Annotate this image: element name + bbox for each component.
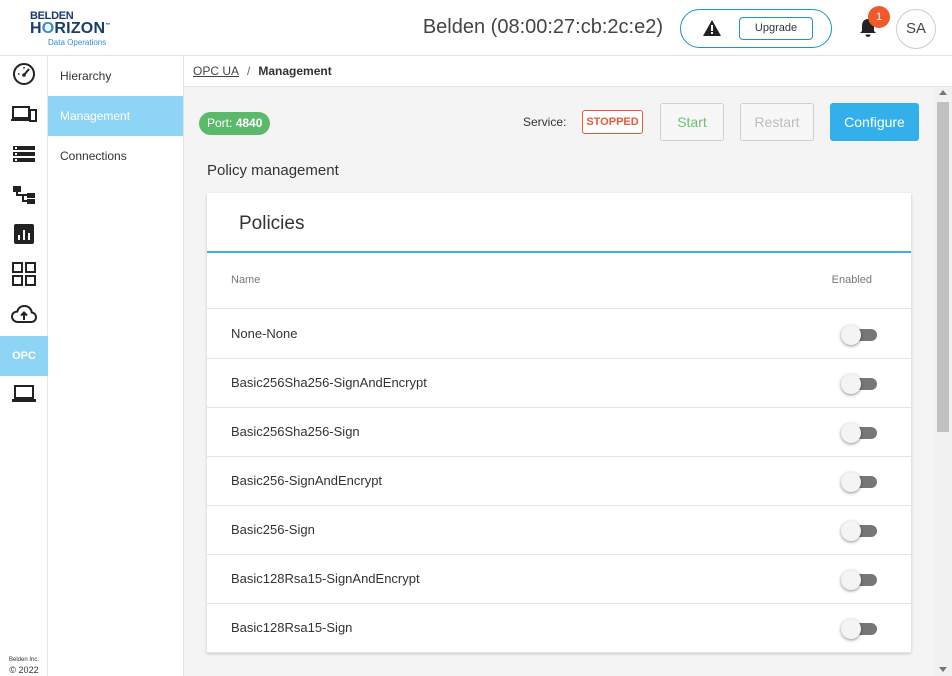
breadcrumb: OPC UA / Management xyxy=(184,56,952,87)
table-row: Basic128Rsa15-Sign xyxy=(207,604,911,653)
policy-name: Basic256Sha256-Sign xyxy=(231,424,360,439)
table-row: Basic256Sha256-SignAndEncrypt xyxy=(207,359,911,408)
table-row: Basic128Rsa15-SignAndEncrypt xyxy=(207,555,911,604)
rail-item-apps[interactable] xyxy=(0,256,48,296)
policy-enabled-toggle[interactable] xyxy=(841,521,877,541)
device-title: Belden (08:00:27:cb:2c:e2) xyxy=(422,16,663,38)
column-header-name: Name xyxy=(231,274,261,286)
policy-enabled-toggle[interactable] xyxy=(841,619,877,639)
app-header: BELDEN HORIZON™ Data Operations Belden (… xyxy=(0,0,952,56)
port-value: 4840 xyxy=(235,116,263,130)
subnav-item-hierarchy[interactable]: Hierarchy xyxy=(48,56,183,96)
hierarchy-icon xyxy=(12,184,36,208)
rail-item-analytics[interactable] xyxy=(0,216,48,256)
logo-line-2: HORIZON™ xyxy=(30,20,111,37)
policy-enabled-toggle[interactable] xyxy=(841,374,877,394)
rail-item-opc-label: OPC xyxy=(12,350,36,362)
belden-horizon-logo[interactable]: BELDEN HORIZON™ Data Operations xyxy=(28,10,118,50)
policies-card: Policies Name Enabled None-None Basic256… xyxy=(207,193,911,653)
rail-item-hierarchy[interactable] xyxy=(0,176,48,216)
service-status-badge: STOPPED xyxy=(582,110,643,134)
analytics-icon xyxy=(14,224,34,248)
laptop-icon xyxy=(11,384,37,408)
table-row: Basic256Sha256-Sign xyxy=(207,408,911,457)
restart-button[interactable]: Restart xyxy=(740,103,814,141)
apps-grid-icon xyxy=(12,262,36,290)
port-label: Port: xyxy=(207,116,233,130)
policy-name: Basic128Rsa15-Sign xyxy=(231,620,353,635)
policy-enabled-toggle[interactable] xyxy=(841,423,877,443)
policies-card-title: Policies xyxy=(239,213,305,234)
policy-enabled-toggle[interactable] xyxy=(841,570,877,590)
scroll-down-arrow-icon[interactable] xyxy=(939,667,947,672)
rail-item-laptop[interactable] xyxy=(0,376,48,416)
user-avatar[interactable]: SA xyxy=(896,9,936,49)
policy-name: Basic256-Sign xyxy=(231,522,315,537)
rail-item-cloud[interactable] xyxy=(0,296,48,336)
copyright-company: Belden Inc. xyxy=(8,657,40,663)
subnav-item-management[interactable]: Management xyxy=(48,96,183,136)
copyright-footer: Belden Inc. © 2022 xyxy=(0,657,48,676)
rail-item-list[interactable] xyxy=(0,136,48,176)
policy-name: Basic128Rsa15-SignAndEncrypt xyxy=(231,571,420,586)
policy-name: Basic256Sha256-SignAndEncrypt xyxy=(231,375,427,390)
warning-icon xyxy=(702,19,722,41)
section-title: Policy management xyxy=(207,162,339,179)
port-badge: Port: 4840 xyxy=(199,112,271,135)
table-row: Basic256-SignAndEncrypt xyxy=(207,457,911,506)
main-content: OPC UA / Management Port: 4840 Service: ST… xyxy=(184,56,952,676)
configure-button[interactable]: Configure xyxy=(830,103,919,141)
policy-name: None-None xyxy=(231,326,298,341)
start-button[interactable]: Start xyxy=(660,103,724,141)
logo-line-3: Data Operations xyxy=(48,38,107,47)
page-scrollbar[interactable] xyxy=(934,88,952,676)
table-row: Basic256-Sign xyxy=(207,506,911,555)
icon-rail: OPC Belden Inc. © 2022 xyxy=(0,56,48,676)
policy-enabled-toggle[interactable] xyxy=(841,325,877,345)
copyright-year: © 2022 xyxy=(9,665,39,675)
list-icon xyxy=(13,145,35,167)
devices-icon xyxy=(11,103,37,129)
policies-table-header: Name Enabled xyxy=(207,253,911,309)
rail-item-dashboard[interactable] xyxy=(0,56,48,96)
breadcrumb-separator: / xyxy=(247,64,251,78)
scrollbar-thumb[interactable] xyxy=(937,102,949,432)
dashboard-gauge-icon xyxy=(12,62,36,90)
service-label: Service: xyxy=(523,115,567,129)
column-header-enabled: Enabled xyxy=(831,274,872,286)
rail-item-devices[interactable] xyxy=(0,96,48,136)
policy-enabled-toggle[interactable] xyxy=(841,472,877,492)
upgrade-button[interactable]: Upgrade xyxy=(739,17,813,40)
opc-subnav: Hierarchy Management Connections xyxy=(48,56,184,676)
table-row: None-None xyxy=(207,310,911,359)
cloud-upload-icon xyxy=(10,304,38,328)
upgrade-banner: Upgrade xyxy=(680,9,832,48)
policy-name: Basic256-SignAndEncrypt xyxy=(231,473,383,488)
rail-item-opc[interactable]: OPC xyxy=(0,336,48,376)
notification-count-badge[interactable]: 1 xyxy=(868,6,890,28)
subnav-item-connections[interactable]: Connections xyxy=(48,136,183,176)
breadcrumb-current: Management xyxy=(258,64,332,78)
scroll-up-arrow-icon[interactable] xyxy=(939,90,947,95)
breadcrumb-link-opc-ua[interactable]: OPC UA xyxy=(193,64,239,78)
